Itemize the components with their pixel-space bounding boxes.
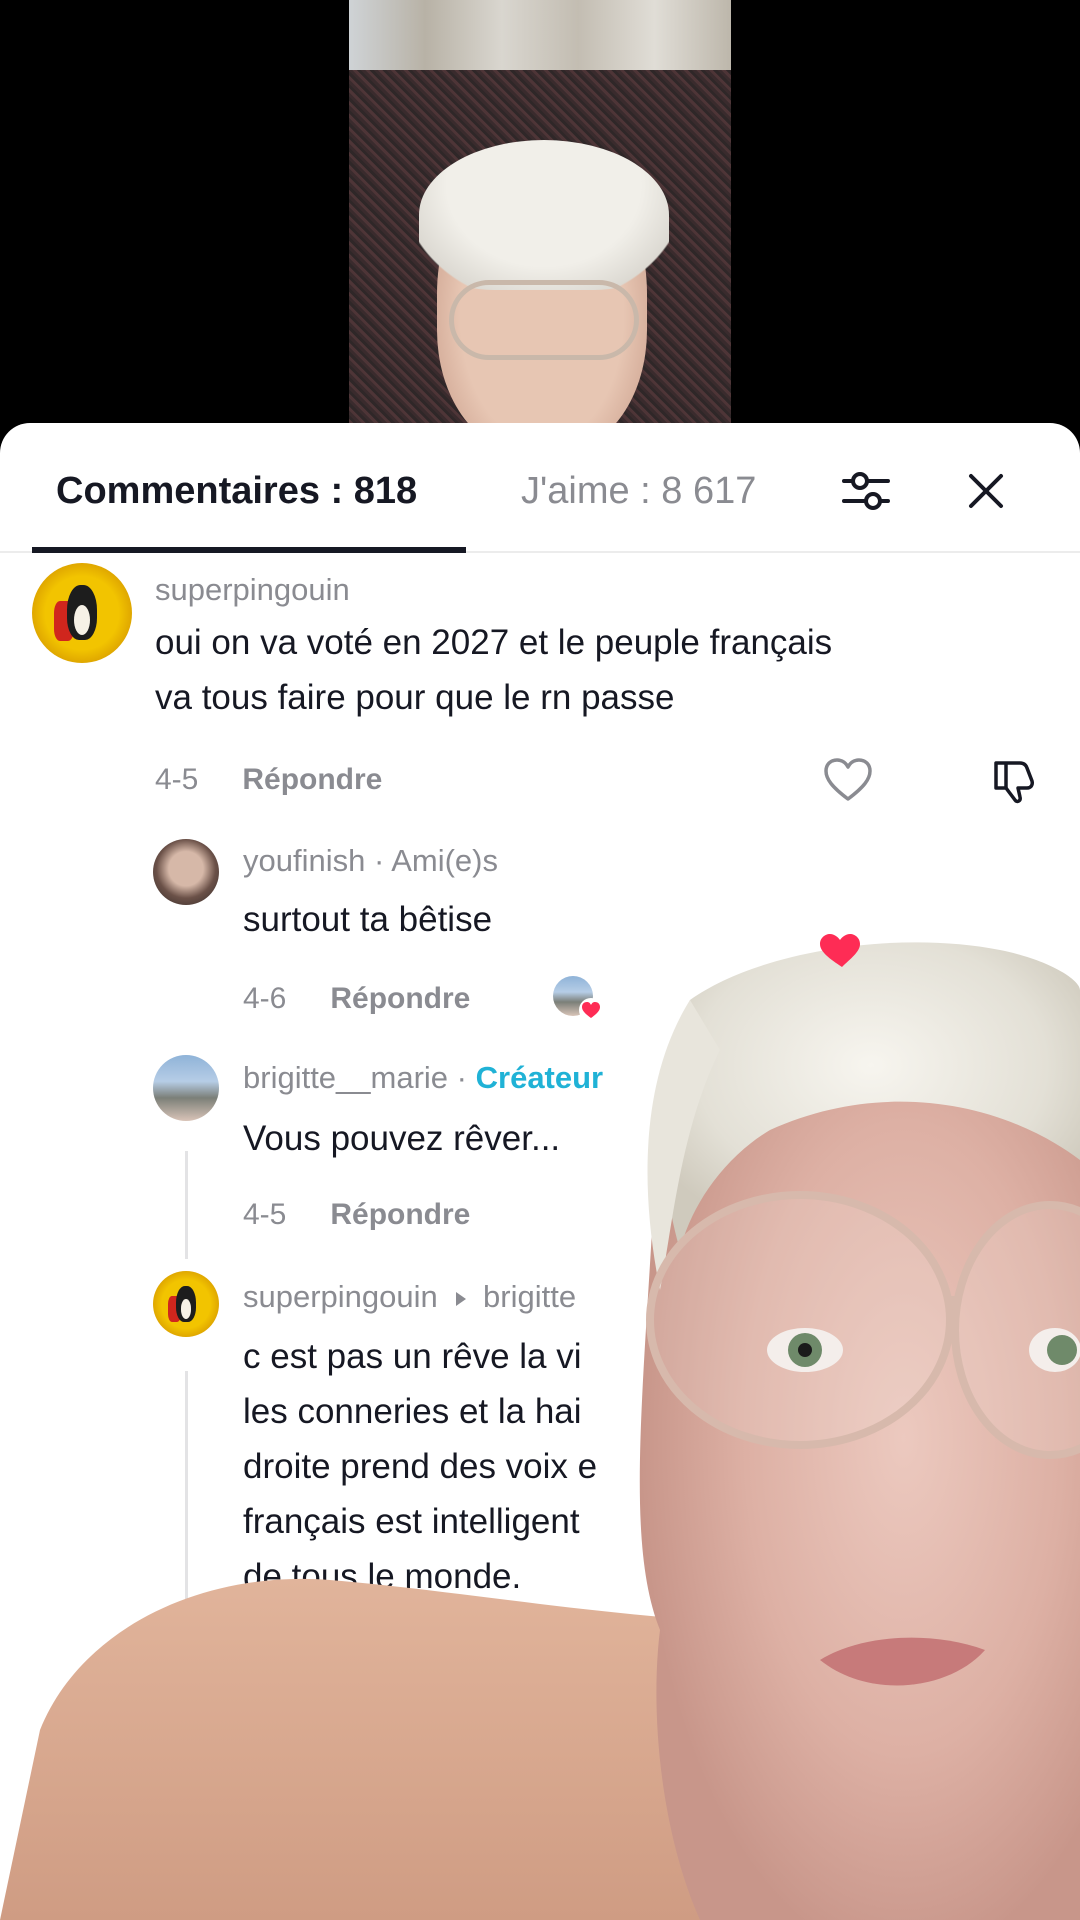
comment-text-line: c est pas un rêve la vi	[243, 1337, 582, 1376]
reply-button[interactable]: Répondre	[330, 982, 470, 1015]
comment-text: Vous pouvez rêver...	[243, 1119, 561, 1158]
creator-badge: Créateur	[475, 1060, 604, 1095]
comment-text: oui on va voté en 2027 et le peuple fran…	[155, 615, 832, 725]
video-thumbnail[interactable]	[349, 0, 731, 440]
comment-meta: 4-5 Ré	[243, 1665, 369, 1701]
filter-button[interactable]	[838, 463, 894, 519]
thread-line	[185, 1151, 188, 1259]
reply-button[interactable]: Répondre	[330, 1198, 470, 1231]
comment-text-line: de tous le monde.	[243, 1557, 522, 1596]
comment-text-line: droite prend des voix e	[243, 1447, 598, 1486]
video-player[interactable]	[0, 0, 1080, 440]
comment-text-line: les conneries et la hai	[243, 1392, 582, 1431]
reply-button[interactable]: Répondre	[242, 763, 382, 796]
comments-sheet: Commentaires : 818 J'aime : 8 617 superp…	[0, 423, 1080, 1920]
creator-liked-heart-icon	[579, 998, 603, 1022]
avatar-penguin-belly	[180, 1298, 192, 1319]
comment-text-line: français est intelligent	[243, 1502, 580, 1541]
avatar[interactable]	[153, 1723, 219, 1789]
heart-icon[interactable]	[822, 755, 874, 807]
video-buildings	[349, 0, 731, 70]
comment-meta: 4-5 Répondre	[243, 1197, 470, 1233]
video-presenter-hair	[419, 140, 669, 290]
active-tab-indicator	[32, 547, 466, 553]
thread-line	[185, 1371, 188, 1701]
comment-text: c est pas un rêve la vi les conneries et…	[243, 1329, 597, 1604]
comment-username-text[interactable]: brigitte__marie	[243, 1060, 448, 1095]
close-icon	[969, 474, 1003, 508]
comment-text-line: va tous faire pour que le rn passe	[155, 678, 675, 717]
comment-date: 4-5	[243, 1198, 287, 1231]
comment-meta: 4-6 Répondre	[243, 981, 470, 1017]
comment-date: 4-5	[155, 763, 199, 796]
comment-username[interactable]: brigitte__marie · Créateur	[243, 1059, 603, 1097]
close-button[interactable]	[958, 463, 1014, 519]
friend-tag: · Ami(e)s	[373, 843, 498, 878]
reply-button[interactable]: Ré	[330, 1666, 368, 1699]
reply-arrow-icon	[456, 1291, 467, 1306]
avatar[interactable]	[32, 563, 132, 663]
avatar[interactable]	[153, 1055, 219, 1121]
comment-date: 4-6	[243, 982, 287, 1015]
comments-tabbar: Commentaires : 818 J'aime : 8 617	[0, 423, 1080, 553]
comment-username-text[interactable]: youfinish	[243, 843, 365, 878]
avatar-penguin-belly	[74, 605, 90, 635]
sliders-icon	[842, 472, 890, 510]
comment-username-text[interactable]: superpingouin	[243, 1279, 438, 1314]
comment-username[interactable]: superpingouin brigitte	[243, 1278, 576, 1316]
tab-comments[interactable]: Commentaires : 818	[56, 468, 417, 514]
comment-username[interactable]: youfinish · Ami(e)s	[243, 842, 498, 880]
comment-meta: 4-5 Répondre	[155, 762, 382, 798]
avatar[interactable]	[153, 839, 219, 905]
video-presenter-glasses	[449, 280, 639, 360]
reply-to-username[interactable]: brigitte	[483, 1279, 576, 1314]
thumbs-down-icon[interactable]	[988, 755, 1040, 807]
tab-likes[interactable]: J'aime : 8 617	[521, 468, 756, 514]
comment-text-line: oui on va voté en 2027 et le peuple fran…	[155, 623, 833, 662]
comment-text: surtout ta bêtise	[243, 900, 493, 939]
username-separator: ·	[456, 1060, 467, 1095]
comment-date: 4-5	[243, 1666, 287, 1699]
comment-username[interactable]: superpingouin	[155, 571, 350, 609]
avatar[interactable]	[153, 1271, 219, 1337]
